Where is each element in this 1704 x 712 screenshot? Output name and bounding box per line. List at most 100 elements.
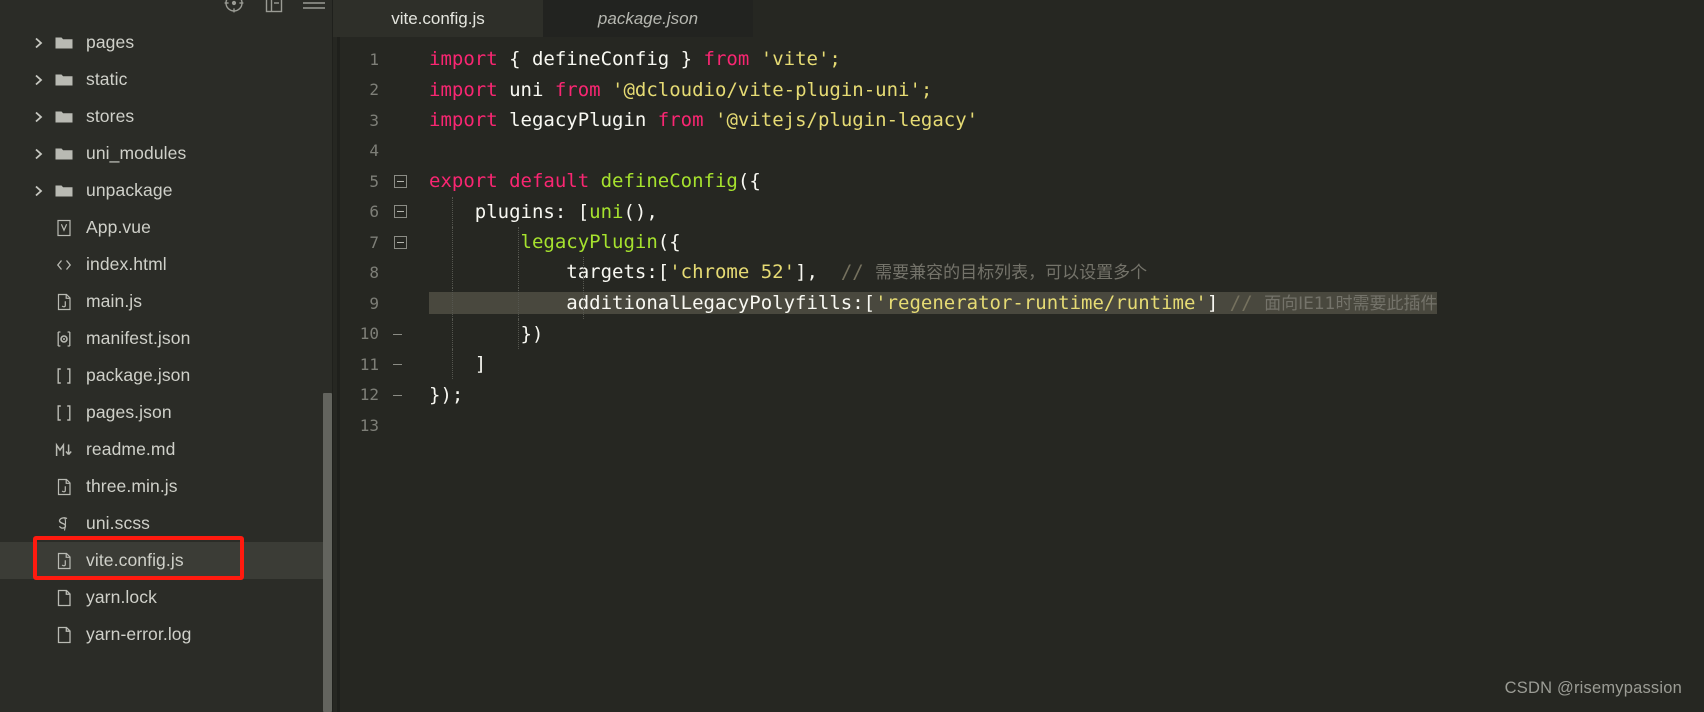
token-plain: }); (429, 383, 464, 406)
file-tree-item[interactable]: main.js (0, 283, 333, 320)
token-keyword: import (429, 78, 498, 101)
file-tree-item[interactable]: static (0, 61, 333, 98)
code-text: export default defineConfig({ (415, 166, 1704, 196)
code-text: }); (415, 380, 1704, 410)
line-number: 3 (369, 110, 379, 130)
file-tree-item[interactable]: App.vue (0, 209, 333, 246)
file-tree-item[interactable]: uni.scss (0, 505, 333, 542)
line-number: 6 (369, 202, 379, 222)
token-plain: ] (1206, 291, 1219, 314)
file-tree-item[interactable]: pages (0, 24, 333, 61)
chevron-right-icon[interactable] (28, 147, 50, 161)
file-explorer-sidebar: pages static stores uni_modules unpackage App… (0, 0, 333, 712)
token-keyword: from (657, 109, 704, 132)
selection-highlight: additionalLegacyPolyfills:['regenerator-… (429, 291, 1438, 314)
code-editor-pane: vite.config.js package.json 1 import { de… (333, 0, 1704, 712)
file-tree-item-label: static (86, 69, 128, 89)
code-text: import legacyPlugin from '@vitejs/plugin… (415, 105, 1704, 135)
file-tree-item[interactable]: pages.json (0, 394, 333, 431)
token-function: legacyPlugin (429, 231, 658, 254)
folder-icon (50, 181, 78, 201)
token-comment: // (829, 261, 876, 284)
line-number: 9 (369, 293, 379, 313)
file-tree-item[interactable]: uni_modules (0, 135, 333, 172)
html-file-icon (50, 255, 78, 275)
token-function: uni (589, 200, 624, 223)
code-lines: 1 import { defineConfig } from 'vite'; 2… (333, 37, 1704, 441)
file-tree-item[interactable]: index.html (0, 246, 333, 283)
token-plain: additionalLegacyPolyfills:[ (429, 291, 876, 314)
fold-gutter[interactable] (385, 174, 415, 188)
file-tree-item-label: stores (86, 106, 135, 126)
chevron-right-icon[interactable] (28, 184, 50, 198)
code-text: legacyPlugin({ (415, 227, 1704, 258)
file-tree-item[interactable]: stores (0, 98, 333, 135)
file-tree-item-label: yarn-error.log (86, 624, 192, 644)
js-file-icon (50, 292, 78, 312)
token-plain: plugins: [ (429, 200, 590, 223)
tabbar-empty-space (753, 0, 1704, 37)
file-tree-item-label: pages.json (86, 402, 172, 422)
token-plain: { defineConfig } (497, 48, 704, 71)
fold-toggle-icon[interactable] (393, 205, 407, 219)
token-keyword: default (497, 170, 590, 193)
js-file-icon (50, 551, 78, 571)
code-line: 5 export default defineConfig({ (333, 166, 1704, 197)
folder-icon (50, 107, 78, 127)
collapse-target-icon[interactable] (221, 0, 247, 16)
code-line: 10 }) (333, 318, 1704, 350)
file-tree-item[interactable]: manifest.json (0, 320, 333, 357)
file-tree-item[interactable]: package.json (0, 357, 333, 394)
chevron-right-icon[interactable] (28, 36, 50, 50)
code-surface[interactable]: 1 import { defineConfig } from 'vite'; 2… (333, 37, 1704, 712)
code-text: import uni from '@dcloudio/vite-plugin-u… (415, 75, 1704, 105)
token-plain: ({ (737, 170, 761, 193)
code-text: additionalLegacyPolyfills:['regenerator-… (415, 287, 1704, 319)
editor-tab[interactable]: package.json (543, 0, 753, 37)
code-text: import { defineConfig } from 'vite'; (415, 44, 1704, 74)
file-tree-item[interactable]: unpackage (0, 172, 333, 209)
fold-toggle-icon[interactable] (393, 174, 407, 188)
file-tree-item-label: yarn.lock (86, 587, 157, 607)
editor-window: pages static stores uni_modules unpackage App… (0, 0, 1704, 712)
file-tree-item-label: unpackage (86, 180, 173, 200)
file-tree-item[interactable]: yarn.lock (0, 579, 333, 616)
vue-file-icon (50, 218, 78, 238)
file-tree-item-label: App.vue (86, 217, 151, 237)
explorer-toolbar (221, 0, 327, 20)
token-keyword: from (703, 48, 750, 71)
token-plain: legacyPlugin (497, 109, 658, 132)
code-text: ] (415, 349, 1704, 380)
file-tree-item[interactable]: vite.config.js (0, 542, 333, 579)
file-tree-item-label: three.min.js (86, 476, 178, 496)
collapse-all-icon[interactable] (261, 0, 287, 16)
code-line: 2 import uni from '@dcloudio/vite-plugin… (333, 75, 1704, 106)
file-tree-item[interactable]: readme.md (0, 431, 333, 468)
file-tree-item-label: pages (86, 32, 135, 52)
watermark-text: CSDN @risemypassion (1504, 679, 1682, 697)
token-keyword: import (429, 48, 498, 71)
code-line: 11 ] (333, 349, 1704, 380)
file-tree-item[interactable]: three.min.js (0, 468, 333, 505)
fold-gutter[interactable] (385, 235, 415, 249)
token-string: 'vite'; (749, 48, 841, 71)
code-text: plugins: [uni(), (415, 196, 1704, 227)
file-tree-item-label: manifest.json (86, 328, 191, 348)
fold-gutter[interactable] (385, 205, 415, 219)
sidebar-scrollbar-thumb[interactable] (323, 393, 332, 712)
folder-icon (50, 70, 78, 90)
code-line: 8 targets:['chrome 52'], // 需要兼容的目标列表，可以… (333, 257, 1704, 289)
editor-tab[interactable]: vite.config.js (333, 0, 543, 37)
code-line: 12 }); (333, 380, 1704, 411)
token-plain: ], (795, 261, 830, 284)
file-tree-item[interactable]: yarn-error.log (0, 616, 333, 653)
token-string: '@dcloudio/vite-plugin-uni'; (600, 78, 933, 101)
editor-tabbar: vite.config.js package.json (333, 0, 1704, 37)
fold-toggle-icon[interactable] (393, 235, 407, 249)
plain-file-icon (50, 625, 78, 645)
markdown-file-icon (50, 440, 78, 460)
chevron-right-icon[interactable] (28, 110, 50, 124)
menu-icon[interactable] (301, 0, 327, 16)
chevron-right-icon[interactable] (28, 73, 50, 87)
file-tree-item-label: package.json (86, 365, 191, 385)
